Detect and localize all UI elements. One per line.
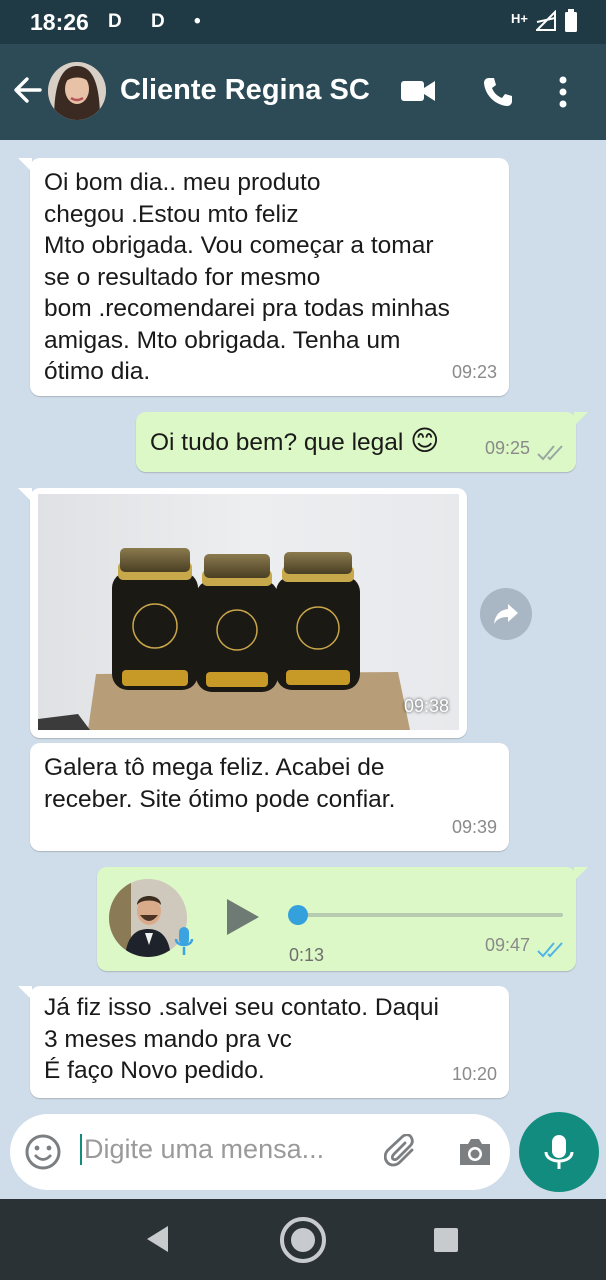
message-text: Galera tô mega feliz. Acabei de receber.… [30,743,509,823]
message-line: Galera tô mega feliz. Acabei de [44,754,385,781]
message-line: se o resultado for mesmo [44,263,321,291]
message-line: ótimo dia. [44,358,151,385]
share-arrow-icon [494,604,518,624]
camera-icon[interactable] [457,1136,493,1168]
more-options-icon[interactable] [558,76,568,108]
delivered-ticks-icon [537,445,563,461]
product-photo[interactable]: 09:38 [38,494,459,730]
signal-icon [536,10,556,31]
bubble-tail [18,986,32,1000]
nav-home-icon[interactable] [278,1215,328,1265]
message-content: Oi tudo bem? que legal [150,429,404,456]
incoming-image-message[interactable]: 09:38 [18,488,467,738]
bubble-tail [574,867,588,881]
outgoing-message[interactable]: Oi tudo bem? que legal 😊 09:25 [136,412,588,472]
message-line: Já fiz isso .salvei seu contato. Daqui [44,994,439,1021]
phone-icon[interactable] [482,76,514,108]
read-ticks-icon [537,942,563,958]
network-type-label: H+ [511,10,528,26]
avatar-portrait-icon [48,62,106,120]
attach-icon[interactable] [384,1134,420,1170]
back-arrow-icon[interactable] [12,74,44,106]
audio-duration: 0:13 [289,945,325,965]
message-line: amigas. Mto obrigada. Tenha um [44,326,401,354]
smile-emoji-icon: 😊 [410,425,440,456]
bubble-tail [18,158,32,172]
battery-icon [565,9,577,32]
message-text: Oi bom dia.. meu produto chegou .Estou m… [30,158,509,396]
message-line: bom .recomendarei pra todas minhas [44,295,450,322]
contact-name[interactable]: Cliente Regina SC [120,74,370,107]
chat-header: Cliente Regina SC [0,44,606,140]
audio-progress-track[interactable] [297,913,563,917]
message-time: 09:23 [451,362,497,382]
incoming-message[interactable]: Galera tô mega feliz. Acabei de receber.… [30,743,509,851]
voice-record-button[interactable] [519,1112,599,1192]
forward-button[interactable] [480,588,532,640]
message-time: 10:20 [451,1064,497,1084]
message-line: receber. Site ótimo pode confiar. [44,785,396,813]
status-bar: 18:26 D D • H+ [0,0,606,44]
supplement-bottles-image [38,494,459,730]
message-time: 09:47 [484,935,530,955]
contact-avatar[interactable] [48,62,106,120]
nav-recents-icon[interactable] [432,1226,460,1254]
message-composer[interactable]: Digite uma mensa... [10,1114,510,1190]
status-right-group: H+ [511,9,578,33]
incoming-message[interactable]: Já fiz isso .salvei seu contato. Daqui 3… [18,986,509,1098]
notification-icons: D D • [108,11,213,32]
bubble-tail [574,412,588,426]
message-input[interactable]: Digite uma mensa... [80,1134,324,1165]
message-line: 3 meses mando pra vc [44,1025,292,1053]
system-navigation-bar [0,1199,606,1280]
video-call-icon[interactable] [400,78,436,104]
audio-progress-knob[interactable] [288,905,308,925]
emoji-icon[interactable] [24,1133,62,1171]
message-time: 09:25 [484,438,530,458]
status-time: 18:26 [30,9,89,35]
message-line: Oi bom dia.. meu produto [44,169,321,196]
message-line: É faço Novo pedido. [44,1057,265,1084]
bubble-tail [18,488,32,502]
message-line: chegou .Estou mto feliz [44,200,299,228]
play-icon[interactable] [225,897,261,937]
microphone-badge-icon [174,927,194,955]
message-line: Mto obrigada. Vou começar a tomar [44,232,434,259]
message-time: 09:39 [451,817,497,837]
incoming-message[interactable]: Oi bom dia.. meu produto chegou .Estou m… [18,158,509,396]
image-time: 09:38 [403,696,449,716]
nav-back-icon[interactable] [144,1224,172,1254]
microphone-icon [544,1135,574,1169]
outgoing-voice-message[interactable]: 0:13 09:47 [97,867,588,971]
message-text: Já fiz isso .salvei seu contato. Daqui 3… [30,986,509,1095]
